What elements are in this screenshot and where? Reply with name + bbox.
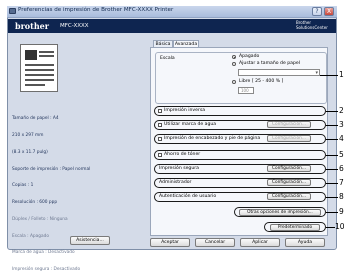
callout-number: 1 [339,70,344,79]
summary-line: Tamaño de papel : A4 [12,116,59,122]
header-footer-configure-button[interactable]: Configuración... [267,135,311,142]
watermark-configure-button[interactable]: Configuración... [267,121,311,128]
callout-line [326,155,338,156]
callout-number: 7 [339,178,344,187]
ok-button[interactable]: Aceptar [150,238,190,247]
solutions-center-link[interactable]: Brother SolutionsCenter [296,20,336,30]
model-name: MFC-XXXX [60,23,89,29]
support-button[interactable]: Asistencia... [70,236,110,245]
brand-header [8,19,336,33]
scaling-off-label: Apagado [239,54,260,59]
user-auth-label: Autenticación de usuario [159,194,217,199]
printer-icon [9,8,16,14]
scaling-free-radio[interactable] [232,80,236,84]
administrator-label: Administrador [159,180,192,185]
summary-line: 210 x 297 mm [12,132,44,138]
secure-print-label: Impresión segura [159,166,199,171]
callout-line [326,169,338,170]
callout-number: 3 [339,120,344,129]
header-footer-checkbox[interactable] [158,137,162,141]
scaling-percent-input[interactable]: 100 [238,87,254,94]
callout-number: 9 [339,207,344,216]
watermark-checkbox[interactable] [158,123,162,127]
callout-line [326,227,335,228]
reverse-print-label: Impresión inversa [164,108,206,113]
reverse-print-checkbox[interactable] [158,109,162,113]
callout-number: 8 [339,192,344,201]
callout-number: 10 [335,222,345,231]
scaling-off-radio[interactable] [232,55,236,59]
summary-line: Marca de agua : Desactivado [12,250,75,256]
help-button[interactable]: Ayuda [285,238,325,247]
scaling-fit-label: Ajustar a tamaño de papel [239,61,301,66]
callout-number: 2 [339,106,344,115]
callout-line [326,139,338,140]
header-footer-label: Impresión de encabezado y pie de página [164,136,261,141]
help-title-button[interactable]: ? [312,7,322,16]
cancel-button[interactable]: Cancelar [195,238,235,247]
summary-line: Dúplex / Folleto : Ninguna [12,216,68,222]
callout-line [326,197,338,198]
default-button[interactable]: Predeterminado [270,223,320,231]
close-title-button[interactable]: X [324,7,334,16]
scaling-fit-radio[interactable] [232,62,236,66]
scaling-label: Escala [160,56,175,61]
callout-line [326,111,338,112]
summary-line: Soporte de impresión : Papel normal [12,166,91,172]
window-title: Preferencias de impresión de Brother MFC… [18,7,174,13]
summary-line: Copias : 1 [12,183,34,189]
callout-number: 6 [339,164,344,173]
scaling-free-label: Libre [ 25 - 400 % ] [239,79,284,84]
callout-line [326,212,338,213]
scaling-group [155,52,327,104]
brother-logo: brother [15,21,49,31]
user-auth-configure-button[interactable]: Configuración... [267,193,311,200]
watermark-label: Utilizar marca de agua [164,122,217,127]
callout-line [326,125,338,126]
callout-number: 4 [339,134,344,143]
summary-line: Resolución : 600 ppp [12,200,58,206]
callout-line [320,75,338,76]
toner-save-label: Ahorro de tóner [164,152,201,157]
summary-line: Impresión segura : Desactivado [12,267,81,273]
summary-line: (8.3 x 11.7 pulg) [12,149,48,155]
toner-save-checkbox[interactable] [158,153,162,157]
other-print-options-button[interactable]: Otras opciones de impresión... [239,208,321,216]
apply-button[interactable]: Aplicar [240,238,280,247]
settings-summary: Tamaño de papel : A4 210 x 297 mm (8.3 x… [12,105,90,278]
secure-print-configure-button[interactable]: Configuración... [267,165,311,172]
callout-number: 5 [339,150,344,159]
callout-line [326,183,338,184]
paper-size-select[interactable]: ▾ [238,69,320,76]
administrator-configure-button[interactable]: Configuración... [267,179,311,186]
page-preview-icon [20,44,58,92]
